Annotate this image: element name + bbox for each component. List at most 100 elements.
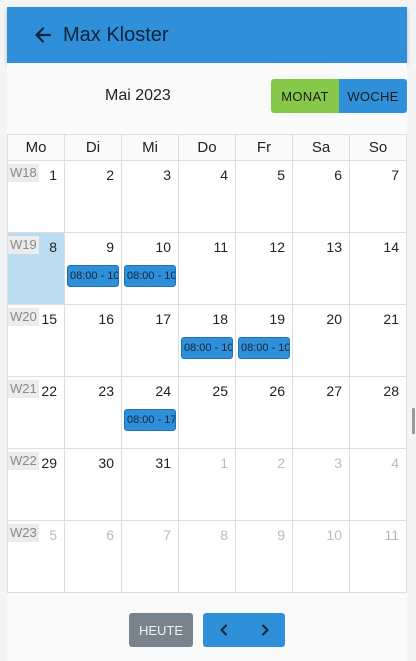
day-cell[interactable]: 16: [65, 305, 122, 377]
day-cell[interactable]: 31: [122, 449, 179, 521]
scrollbar-handle[interactable]: [412, 408, 415, 434]
day-number: 17: [155, 311, 171, 327]
week-row: W23 5 6 7 8 9 10 11: [8, 521, 407, 593]
day-number: 26: [269, 383, 285, 399]
chevron-right-icon[interactable]: [250, 615, 280, 645]
day-cell[interactable]: 13: [293, 233, 350, 305]
calendar-panel: Mai 2023 MONAT WOCHE Mo Di Mi Do Fr Sa S…: [7, 63, 407, 661]
day-cell[interactable]: 12: [236, 233, 293, 305]
day-number: 1: [49, 167, 57, 183]
day-number: 9: [106, 239, 114, 255]
day-cell[interactable]: 24 08:00 - 17: [122, 377, 179, 449]
event-chip[interactable]: 08:00 - 10: [181, 337, 233, 359]
day-cell[interactable]: W22 29: [8, 449, 65, 521]
day-cell-other-month[interactable]: 2: [236, 449, 293, 521]
day-cell[interactable]: W20 15: [8, 305, 65, 377]
day-cell[interactable]: 18 08:00 - 10: [179, 305, 236, 377]
day-cell[interactable]: 23: [65, 377, 122, 449]
event-chip[interactable]: 08:00 - 10: [67, 265, 119, 287]
day-cell-other-month[interactable]: W23 5: [8, 521, 65, 593]
day-number: 28: [383, 383, 399, 399]
day-number: 12: [269, 239, 285, 255]
day-cell[interactable]: 28: [350, 377, 407, 449]
monat-button[interactable]: MONAT: [271, 79, 339, 113]
week-number: W19: [8, 236, 39, 254]
weekday-fr: Fr: [236, 135, 293, 161]
day-number: 8: [49, 239, 57, 255]
day-cell[interactable]: 10 08:00 - 10: [122, 233, 179, 305]
day-number: 6: [106, 527, 114, 543]
day-number: 10: [326, 527, 342, 543]
day-cell[interactable]: 9 08:00 - 10: [65, 233, 122, 305]
day-cell[interactable]: 7: [350, 161, 407, 233]
day-number: 23: [98, 383, 114, 399]
day-number: 4: [391, 455, 399, 471]
day-cell[interactable]: 5: [236, 161, 293, 233]
day-cell-other-month[interactable]: 6: [65, 521, 122, 593]
week-row: W21 22 23 24 08:00 - 17 25 26 27 28: [8, 377, 407, 449]
week-number: W21: [8, 380, 39, 398]
event-chip[interactable]: 08:00 - 17: [124, 409, 176, 431]
day-number: 9: [277, 527, 285, 543]
day-cell[interactable]: 20: [293, 305, 350, 377]
day-cell[interactable]: 11: [179, 233, 236, 305]
day-number: 1: [220, 455, 228, 471]
day-number: 16: [98, 311, 114, 327]
day-number: 30: [98, 455, 114, 471]
day-cell-other-month[interactable]: 1: [179, 449, 236, 521]
weekday-do: Do: [179, 135, 236, 161]
heute-button[interactable]: HEUTE: [129, 613, 193, 647]
day-cell[interactable]: 4: [179, 161, 236, 233]
day-number: 19: [269, 311, 285, 327]
day-cell-today[interactable]: W19 8: [8, 233, 65, 305]
day-cell[interactable]: 21: [350, 305, 407, 377]
day-cell[interactable]: 2: [65, 161, 122, 233]
month-nav: [203, 613, 285, 647]
day-cell-other-month[interactable]: 10: [293, 521, 350, 593]
day-cell[interactable]: 14: [350, 233, 407, 305]
weekday-mi: Mi: [122, 135, 179, 161]
week-number: W23: [8, 524, 39, 542]
event-chip[interactable]: 08:00 - 10: [238, 337, 290, 359]
woche-button[interactable]: WOCHE: [339, 79, 407, 113]
day-cell[interactable]: 25: [179, 377, 236, 449]
week-number: W22: [8, 452, 39, 470]
event-chip[interactable]: 08:00 - 10: [124, 265, 176, 287]
day-number: 21: [383, 311, 399, 327]
day-cell[interactable]: W18 1: [8, 161, 65, 233]
day-number: 5: [277, 167, 285, 183]
day-cell-other-month[interactable]: 7: [122, 521, 179, 593]
day-number: 11: [384, 527, 399, 543]
day-cell[interactable]: 6: [293, 161, 350, 233]
day-number: 31: [155, 455, 171, 471]
week-row: W22 29 30 31 1 2 3 4: [8, 449, 407, 521]
day-number: 18: [212, 311, 228, 327]
day-cell[interactable]: 26: [236, 377, 293, 449]
weekday-sa: Sa: [293, 135, 350, 161]
day-cell[interactable]: 30: [65, 449, 122, 521]
day-cell[interactable]: 17: [122, 305, 179, 377]
arrow-left-icon[interactable]: [31, 23, 55, 47]
day-cell[interactable]: 27: [293, 377, 350, 449]
day-cell[interactable]: 19 08:00 - 10: [236, 305, 293, 377]
view-toggle: MONAT WOCHE: [271, 79, 407, 113]
day-cell[interactable]: W21 22: [8, 377, 65, 449]
day-cell[interactable]: 3: [122, 161, 179, 233]
week-number: W18: [8, 164, 39, 182]
day-cell-other-month[interactable]: 11: [350, 521, 407, 593]
day-number: 24: [155, 383, 171, 399]
day-number: 5: [49, 527, 57, 543]
week-number: W20: [8, 308, 39, 326]
day-number: 22: [41, 383, 57, 399]
day-cell-other-month[interactable]: 4: [350, 449, 407, 521]
day-number: 25: [212, 383, 228, 399]
chevron-left-icon[interactable]: [209, 615, 239, 645]
day-number: 15: [41, 311, 57, 327]
day-cell-other-month[interactable]: 9: [236, 521, 293, 593]
day-cell-other-month[interactable]: 8: [179, 521, 236, 593]
app-header: Max Kloster: [7, 7, 407, 63]
weekday-header: Mo Di Mi Do Fr Sa So: [8, 135, 407, 161]
day-number: 3: [163, 167, 171, 183]
day-cell-other-month[interactable]: 3: [293, 449, 350, 521]
day-number: 27: [326, 383, 342, 399]
